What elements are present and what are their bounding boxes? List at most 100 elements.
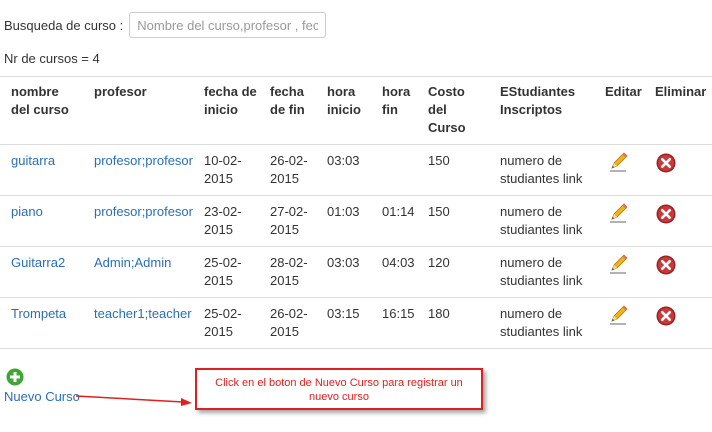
course-count: Nr de cursos = 4 (4, 51, 100, 66)
cell-line: 2015 (270, 222, 299, 237)
column-header-line: EStudiantes (500, 84, 576, 99)
search-bar: Busqueda de curso : (4, 12, 327, 38)
column-header-line: inicio (327, 102, 361, 117)
column-header-line: Editar (605, 84, 642, 99)
table-cell-hora-inicio: 03:15 (327, 306, 360, 321)
cell-line: 2015 (270, 171, 299, 186)
table-cell-nombre[interactable]: Guitarra2 (11, 254, 65, 272)
column-header-line: de fin (270, 102, 305, 117)
plus-circle-icon[interactable] (6, 368, 24, 386)
table-cell-estudiantes: numero de studiantes link (500, 203, 582, 239)
cell-line: 25-02- (204, 306, 242, 321)
column-header: hora inicio (327, 83, 361, 119)
column-header-line: Eliminar (655, 84, 707, 99)
table-cell-hora-fin: 01:14 (382, 204, 415, 219)
cell-line: 26-02- (270, 153, 308, 168)
column-header-line: fecha de (204, 84, 257, 99)
column-header: fecha de fin (270, 83, 305, 119)
column-header-line: nombre (11, 84, 59, 99)
table-cell-fecha-inicio: 25-02- 2015 (204, 305, 242, 341)
table-cell-fecha-inicio: 10-02- 2015 (204, 152, 242, 188)
cell-line: studiantes link (500, 171, 583, 186)
cell-line: 10-02- (204, 153, 242, 168)
column-header-line: profesor (94, 84, 147, 99)
table-divider (0, 144, 712, 145)
table-cell-estudiantes: numero de studiantes link (500, 152, 582, 188)
table-cell-nombre[interactable]: Trompeta (11, 305, 66, 323)
table-cell-costo: 150 (428, 153, 450, 168)
table-divider (0, 195, 712, 196)
pencil-icon[interactable] (607, 202, 629, 224)
pencil-icon[interactable] (607, 304, 629, 326)
cell-line: 2015 (204, 324, 233, 339)
table-cell-nombre[interactable]: piano (11, 203, 43, 221)
cell-line: 2015 (204, 273, 233, 288)
column-header-line: fin (382, 102, 398, 117)
table-cell-hora-fin: 16:15 (382, 306, 415, 321)
search-input[interactable] (129, 12, 327, 38)
delete-icon[interactable] (656, 306, 676, 326)
pencil-icon[interactable] (607, 151, 629, 173)
table-cell-nombre[interactable]: guitarra (11, 152, 55, 170)
cell-line: 2015 (204, 222, 233, 237)
table-divider (0, 297, 712, 298)
table-cell-hora-fin: 04:03 (382, 255, 415, 270)
delete-icon[interactable] (656, 255, 676, 275)
search-label: Busqueda de curso : (4, 17, 124, 33)
cell-line: numero de (500, 306, 563, 321)
cell-line: numero de (500, 204, 563, 219)
instruction-callout: Click en el boton de Nuevo Curso para re… (195, 368, 483, 410)
table-cell-hora-inicio: 01:03 (327, 204, 360, 219)
cell-line: 25-02- (204, 255, 242, 270)
column-header: Costo del Curso (428, 83, 466, 137)
table-cell-fecha-inicio: 25-02- 2015 (204, 254, 242, 290)
column-header: fecha de inicio (204, 83, 257, 119)
table-divider (0, 348, 712, 349)
new-course-link[interactable]: Nuevo Curso (4, 389, 80, 404)
column-header-line: hora (327, 84, 356, 99)
table-cell-profesor[interactable]: teacher1;teacher (94, 305, 192, 323)
table-cell-profesor[interactable]: profesor;profesor (94, 203, 193, 221)
cell-line: 2015 (270, 273, 299, 288)
table-cell-fecha-inicio: 23-02- 2015 (204, 203, 242, 239)
delete-icon[interactable] (656, 153, 676, 173)
cell-line: 23-02- (204, 204, 242, 219)
table-cell-costo: 150 (428, 204, 450, 219)
column-header-line: Curso (428, 120, 466, 135)
table-cell-hora-inicio: 03:03 (327, 153, 360, 168)
table-cell-profesor[interactable]: Admin;Admin (94, 254, 171, 272)
column-header: EStudiantes Inscriptos (500, 83, 575, 119)
column-header-line: del curso (11, 102, 69, 117)
callout-line-2: nuevo curso (309, 391, 369, 403)
table-cell-fecha-fin: 27-02- 2015 (270, 203, 308, 239)
column-header-line: Inscriptos (500, 102, 563, 117)
column-header: hora fin (382, 83, 410, 119)
table-divider (0, 76, 712, 77)
column-header-line: hora (382, 84, 411, 99)
table-cell-costo: 180 (428, 306, 450, 321)
cell-line: 27-02- (270, 204, 308, 219)
table-cell-profesor[interactable]: profesor;profesor (94, 152, 193, 170)
pencil-icon[interactable] (607, 253, 629, 275)
column-header: Eliminar (655, 83, 706, 101)
cell-line: numero de (500, 153, 563, 168)
cell-line: 26-02- (270, 306, 308, 321)
table-cell-fecha-fin: 26-02- 2015 (270, 152, 308, 188)
column-header-line: inicio (204, 102, 238, 117)
cell-line: studiantes link (500, 222, 583, 237)
cell-line: numero de (500, 255, 563, 270)
table-cell-estudiantes: numero de studiantes link (500, 254, 582, 290)
callout-line-1: Click en el boton de Nuevo Curso para re… (215, 377, 463, 389)
column-header: Editar (605, 83, 642, 101)
column-header-line: del (428, 102, 447, 117)
table-cell-estudiantes: numero de studiantes link (500, 305, 582, 341)
delete-icon[interactable] (656, 204, 676, 224)
table-divider (0, 246, 712, 247)
cell-line: 2015 (204, 171, 233, 186)
table-cell-hora-inicio: 03:03 (327, 255, 360, 270)
column-header-line: fecha (270, 84, 304, 99)
table-cell-costo: 120 (428, 255, 450, 270)
column-header: profesor (94, 83, 147, 101)
table-cell-fecha-fin: 28-02- 2015 (270, 254, 308, 290)
column-header: nombre del curso (11, 83, 69, 119)
